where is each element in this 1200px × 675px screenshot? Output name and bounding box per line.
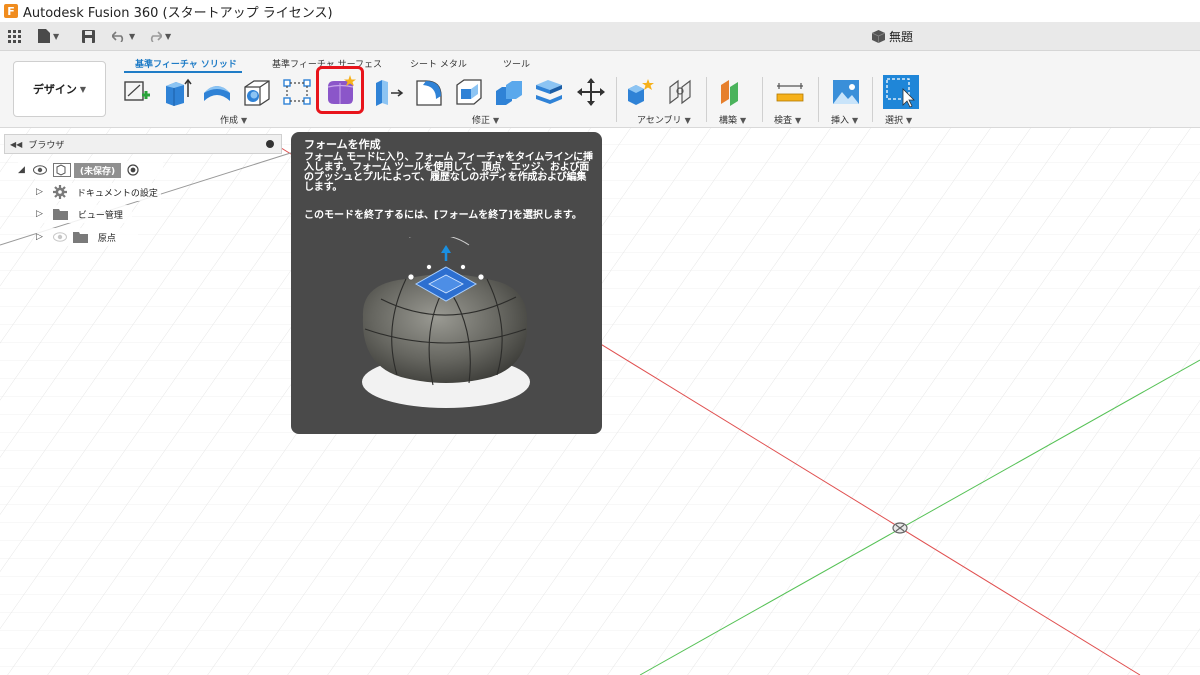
- chevron-down-icon: ▼: [165, 31, 172, 41]
- tab-tools[interactable]: ツール: [503, 57, 530, 70]
- browser-item-origin[interactable]: ▷ 原点: [36, 228, 138, 246]
- folder-icon: [52, 209, 68, 220]
- hidden-eye-icon[interactable]: [52, 232, 67, 242]
- title-bar: F Autodesk Fusion 360 (スタートアップ ライセンス): [0, 0, 1200, 22]
- form-body-illustration: [362, 237, 530, 408]
- app-grid-button[interactable]: [8, 27, 21, 45]
- group-construct[interactable]: 構築 ▼: [719, 113, 746, 126]
- document-tab[interactable]: 無題: [872, 28, 913, 45]
- measure-icon[interactable]: [775, 77, 805, 107]
- group-assemble[interactable]: アセンブリ ▼: [637, 113, 691, 126]
- ribbon-separator: [762, 77, 763, 122]
- document-title: 無題: [889, 30, 914, 44]
- workspace-switcher[interactable]: デザイン ▼: [13, 61, 106, 117]
- group-insert[interactable]: 挿入 ▼: [831, 113, 858, 126]
- fusion-logo-icon: F: [4, 4, 18, 18]
- collapsed-triangle-icon[interactable]: ▷: [36, 232, 43, 242]
- component-icon: [52, 163, 71, 177]
- tooltip-exit-hint: このモードを終了するには、[フォームを終了]を選択します。: [304, 210, 582, 221]
- ribbon-toolbar: デザイン ▼ 基準フィーチャ ソリッド 基準フィーチャ サーフェス シート メタ…: [0, 51, 1200, 128]
- browser-item-document-settings[interactable]: ▷ ドキュメントの設定: [36, 183, 161, 201]
- root-component-label: (未保存): [73, 162, 122, 178]
- browser-item-label: 原点: [97, 233, 116, 244]
- group-inspect[interactable]: 検査 ▼: [774, 113, 801, 126]
- ribbon-separator: [872, 77, 873, 122]
- ribbon-separator: [706, 77, 707, 122]
- select-icon[interactable]: [883, 75, 919, 109]
- gear-icon: [52, 185, 67, 199]
- extrude-icon[interactable]: [162, 77, 192, 107]
- create-form-highlight: [316, 66, 364, 114]
- save-button[interactable]: [82, 27, 95, 45]
- box-pattern-icon[interactable]: [282, 77, 312, 107]
- ribbon-separator: [818, 77, 819, 122]
- pin-icon[interactable]: [266, 140, 274, 148]
- tooltip-title: フォームを作成: [304, 138, 381, 151]
- save-icon: [82, 29, 95, 43]
- new-component-icon[interactable]: [626, 77, 656, 107]
- browser-panel-header[interactable]: ◀◀ ブラウザ: [4, 134, 282, 154]
- fillet-icon[interactable]: [414, 77, 444, 107]
- browser-item-label: ドキュメントの設定: [76, 188, 158, 199]
- offset-plane-icon[interactable]: [718, 77, 748, 107]
- activate-radio-icon[interactable]: [127, 164, 139, 176]
- press-pull-icon[interactable]: [374, 77, 404, 107]
- combine-icon[interactable]: [494, 77, 524, 107]
- ribbon-separator: [616, 77, 617, 122]
- move-copy-icon[interactable]: [576, 77, 606, 107]
- shell-icon[interactable]: [242, 77, 272, 107]
- group-select[interactable]: 選択 ▼: [885, 113, 912, 126]
- cube-icon: [872, 30, 885, 43]
- quick-access-toolbar: ▼ ▼ ▼ 無題: [0, 22, 1200, 51]
- offset-face-icon[interactable]: [534, 77, 564, 107]
- chamfer-icon[interactable]: [454, 77, 484, 107]
- file-menu-button[interactable]: ▼: [38, 27, 59, 45]
- redo-icon: [150, 31, 162, 42]
- browser-root-node[interactable]: ◢ (未保存): [18, 161, 163, 179]
- folder-icon: [72, 232, 88, 243]
- group-modify[interactable]: 修正 ▼: [472, 113, 499, 126]
- undo-button[interactable]: ▼: [112, 27, 135, 45]
- redo-button[interactable]: ▼: [148, 27, 171, 45]
- browser-item-view-manager[interactable]: ▷ ビュー管理: [36, 205, 132, 223]
- joint-icon[interactable]: [666, 77, 696, 107]
- undo-icon: [112, 31, 124, 42]
- chevron-down-icon: ▼: [79, 84, 87, 94]
- grid-icon: [8, 29, 21, 43]
- collapsed-triangle-icon[interactable]: ▷: [36, 209, 43, 219]
- origin-point-icon[interactable]: [892, 522, 908, 534]
- collapsed-triangle-icon[interactable]: ▷: [36, 187, 43, 197]
- chevron-down-icon: ▼: [53, 31, 60, 41]
- group-create[interactable]: 作成 ▼: [220, 113, 247, 126]
- browser-title: ブラウザ: [28, 140, 65, 151]
- tab-solid[interactable]: 基準フィーチャ ソリッド: [135, 57, 237, 70]
- tooltip-description: フォーム モードに入り、フォーム フィーチャをタイムラインに挿入します。フォーム…: [304, 152, 593, 193]
- active-tab-indicator: [124, 71, 242, 73]
- browser-item-label: ビュー管理: [77, 210, 123, 221]
- workspace-label: デザイン: [32, 83, 77, 96]
- window-title: Autodesk Fusion 360 (スタートアップ ライセンス): [23, 5, 333, 21]
- create-form-tooltip: フォームを作成 フォーム モードに入り、フォーム フィーチャをタイムラインに挿入…: [291, 132, 602, 434]
- collapse-panel-icon[interactable]: ◀◀: [10, 140, 22, 149]
- tab-sheet-metal[interactable]: シート メタル: [410, 57, 467, 70]
- file-icon: [38, 29, 50, 43]
- insert-image-icon[interactable]: [831, 77, 861, 107]
- eye-icon[interactable]: [32, 165, 47, 175]
- create-sketch-icon[interactable]: [122, 77, 152, 107]
- expanded-triangle-icon[interactable]: ◢: [18, 165, 25, 175]
- revolve-icon[interactable]: [202, 77, 232, 107]
- chevron-down-icon: ▼: [129, 31, 136, 41]
